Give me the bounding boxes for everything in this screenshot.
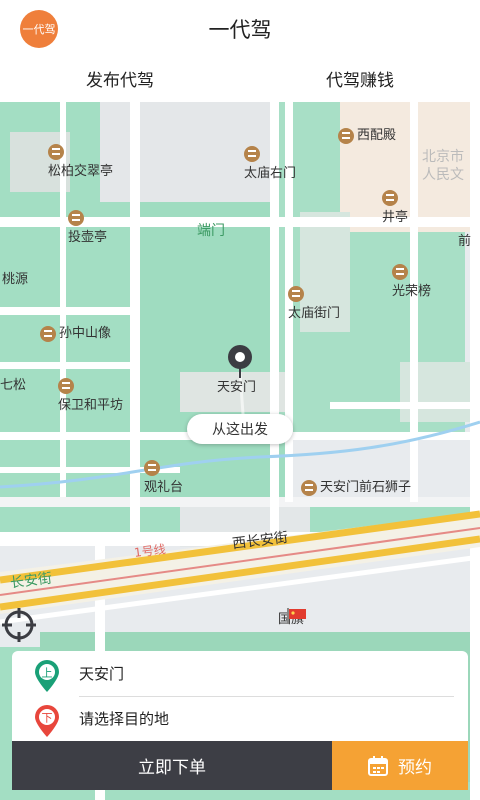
landmark-icon bbox=[392, 264, 408, 280]
start-location-value: 天安门 bbox=[79, 665, 125, 683]
flag-icon bbox=[287, 608, 306, 624]
landmark-icon bbox=[58, 378, 74, 394]
start-location-row[interactable]: 上 天安门 bbox=[12, 651, 468, 697]
destination-field[interactable]: 请选择目的地 bbox=[79, 708, 169, 729]
landmark-icon bbox=[40, 325, 56, 342]
landmark-icon bbox=[338, 127, 354, 144]
app-header: 一代驾 一代驾 bbox=[0, 0, 480, 55]
map-label-beijing: 北京市 bbox=[422, 149, 464, 165]
map-label-guoqi: 国旗 bbox=[278, 608, 306, 627]
landmark-icon bbox=[301, 479, 317, 496]
landmark-icon bbox=[288, 286, 304, 302]
calendar-icon bbox=[368, 755, 388, 776]
map-label-touhu: 投壶亭 bbox=[68, 210, 107, 245]
end-badge: 下 bbox=[42, 712, 53, 725]
destination-row[interactable]: 下 请选择目的地 bbox=[12, 696, 468, 741]
start-pin-icon: 上 bbox=[35, 660, 59, 692]
start-here-bubble[interactable]: 从这出发 bbox=[187, 414, 293, 444]
landmark-icon bbox=[68, 210, 84, 226]
map-label-sunzhongshan: 孙中山像 bbox=[40, 322, 111, 342]
map-label-taimiao-right: 太庙右门 bbox=[244, 146, 296, 181]
tab-earn-money[interactable]: 代驾赚钱 bbox=[240, 55, 480, 102]
map-label-qisong: 七松 bbox=[0, 378, 27, 393]
map-label-xipeidian: 西配殿 bbox=[338, 124, 396, 144]
map-label-guanlitai: 观礼台 bbox=[144, 460, 183, 495]
reserve-button[interactable]: 预约 bbox=[332, 741, 468, 790]
tab-bar: 发布代驾 代驾赚钱 bbox=[0, 55, 480, 102]
map-label-baowei: 保卫和平坊 bbox=[58, 378, 123, 413]
crosshair-locate-icon[interactable] bbox=[0, 606, 38, 644]
map-label-qian: 前 bbox=[458, 234, 472, 249]
reserve-label: 预约 bbox=[398, 758, 432, 778]
landmark-icon bbox=[382, 190, 398, 206]
map-label-songbai: 松柏交翠亭 bbox=[48, 144, 113, 179]
map-label-guangrongbang: 光荣榜 bbox=[392, 264, 431, 299]
page-title: 一代驾 bbox=[208, 18, 272, 42]
location-pin-icon bbox=[228, 345, 252, 378]
end-pin-icon: 下 bbox=[35, 705, 59, 737]
landmark-icon bbox=[48, 144, 64, 160]
landmark-icon bbox=[144, 460, 160, 476]
action-bar: 立即下单 预约 bbox=[12, 741, 468, 790]
start-badge: 上 bbox=[42, 667, 53, 680]
map-label-duanmen: 端门 bbox=[197, 223, 225, 239]
map-label-renmin: 人民文 bbox=[422, 167, 464, 183]
map-label-taoyuan: 桃源 bbox=[2, 272, 29, 287]
map-label-taimiao-street: 太庙街门 bbox=[288, 286, 340, 321]
route-panel: 上 天安门 下 请选择目的地 bbox=[12, 651, 468, 741]
map-label-jingting: 井亭 bbox=[382, 190, 408, 225]
landmark-icon bbox=[244, 146, 260, 162]
order-now-button[interactable]: 立即下单 bbox=[12, 741, 332, 790]
map-label-shishizi: 天安门前石狮子 bbox=[301, 476, 411, 496]
tab-publish-driving[interactable]: 发布代驾 bbox=[0, 55, 240, 102]
